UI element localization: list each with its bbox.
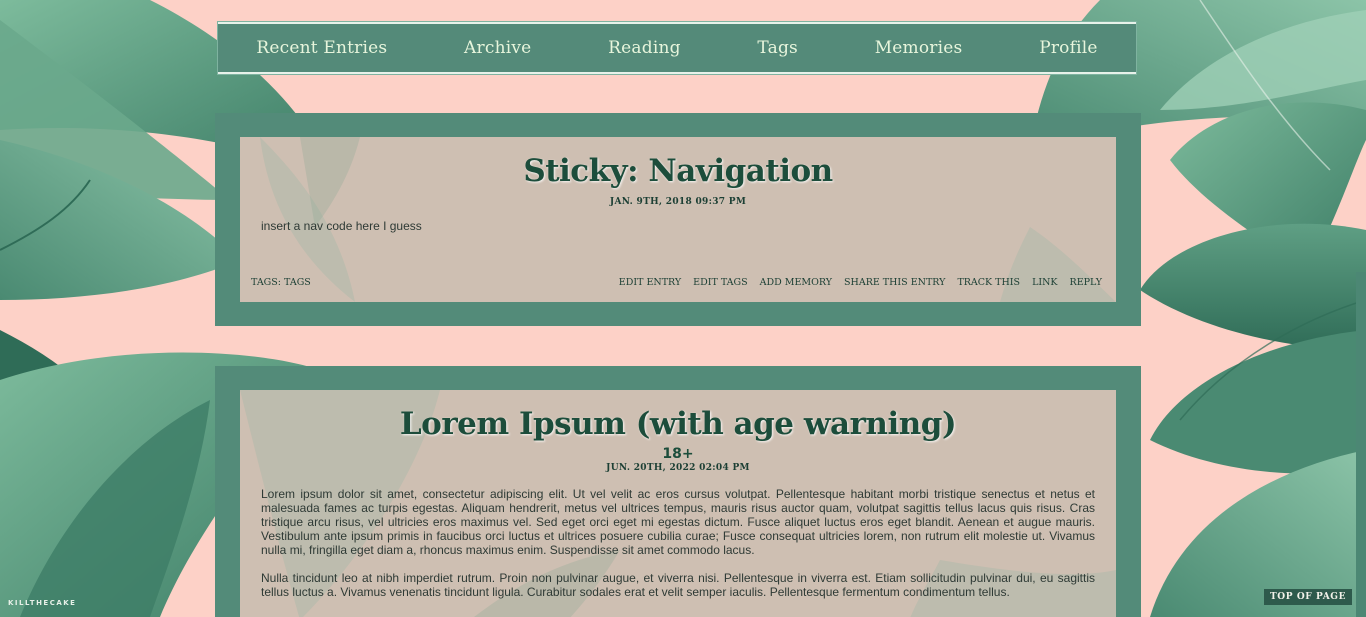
link-link[interactable]: LINK xyxy=(1032,277,1057,288)
nav-tags[interactable]: Tags xyxy=(757,38,798,58)
entry-date[interactable]: JAN. 9TH, 2018 09:37 PM xyxy=(240,197,1116,207)
main-navigation: Recent Entries Archive Reading Tags Memo… xyxy=(217,21,1137,75)
entry-paragraph: Nulla tincidunt leo at nibh imperdiet ru… xyxy=(261,571,1095,599)
journal-page: Recent Entries Archive Reading Tags Memo… xyxy=(0,0,1366,617)
entry-tags: TAGS: TAGS xyxy=(251,277,311,288)
entry-sticky-navigation: Sticky: Navigation JAN. 9TH, 2018 09:37 … xyxy=(215,113,1141,326)
entry-title[interactable]: Sticky: Navigation xyxy=(240,137,1116,189)
age-rating-badge: 18+ xyxy=(662,446,694,462)
entry-paragraph: Lorem ipsum dolor sit amet, consectetur … xyxy=(261,487,1095,557)
share-entry-link[interactable]: SHARE THIS ENTRY xyxy=(844,277,945,288)
entry-actions: EDIT ENTRY EDIT TAGS ADD MEMORY SHARE TH… xyxy=(619,277,1102,288)
reply-link[interactable]: REPLY xyxy=(1070,277,1102,288)
edit-entry-link[interactable]: EDIT ENTRY xyxy=(619,277,681,288)
entry-content: Sticky: Navigation JAN. 9TH, 2018 09:37 … xyxy=(240,137,1116,302)
nav-reading[interactable]: Reading xyxy=(608,38,681,58)
entry-paragraph: insert a nav code here I guess xyxy=(261,219,422,233)
tag-link[interactable]: TAGS xyxy=(284,277,311,288)
entry-body: insert a nav code here I guess xyxy=(261,219,1095,233)
scrollbar-track[interactable] xyxy=(1356,272,1366,617)
entry-content: Lorem Ipsum (with age warning) 18+ JUN. … xyxy=(240,390,1116,617)
nav-archive[interactable]: Archive xyxy=(464,38,531,58)
tags-label: TAGS: xyxy=(251,277,281,288)
nav-recent-entries[interactable]: Recent Entries xyxy=(256,38,387,58)
top-of-page-button[interactable]: TOP OF PAGE xyxy=(1264,589,1353,605)
entry-footer: TAGS: TAGS EDIT ENTRY EDIT TAGS ADD MEMO… xyxy=(251,277,1102,288)
layout-credit[interactable]: KILLTHECAKE xyxy=(8,599,76,607)
nav-profile[interactable]: Profile xyxy=(1039,38,1097,58)
track-this-link[interactable]: TRACK THIS xyxy=(957,277,1020,288)
edit-tags-link[interactable]: EDIT TAGS xyxy=(693,277,747,288)
add-memory-link[interactable]: ADD MEMORY xyxy=(760,277,832,288)
entry-date[interactable]: JUN. 20TH, 2022 02:04 PM xyxy=(240,463,1116,473)
entry-lorem-ipsum: Lorem Ipsum (with age warning) 18+ JUN. … xyxy=(215,366,1141,617)
entry-title[interactable]: Lorem Ipsum (with age warning) xyxy=(240,390,1116,442)
nav-memories[interactable]: Memories xyxy=(875,38,963,58)
entry-body: Lorem ipsum dolor sit amet, consectetur … xyxy=(261,487,1095,599)
